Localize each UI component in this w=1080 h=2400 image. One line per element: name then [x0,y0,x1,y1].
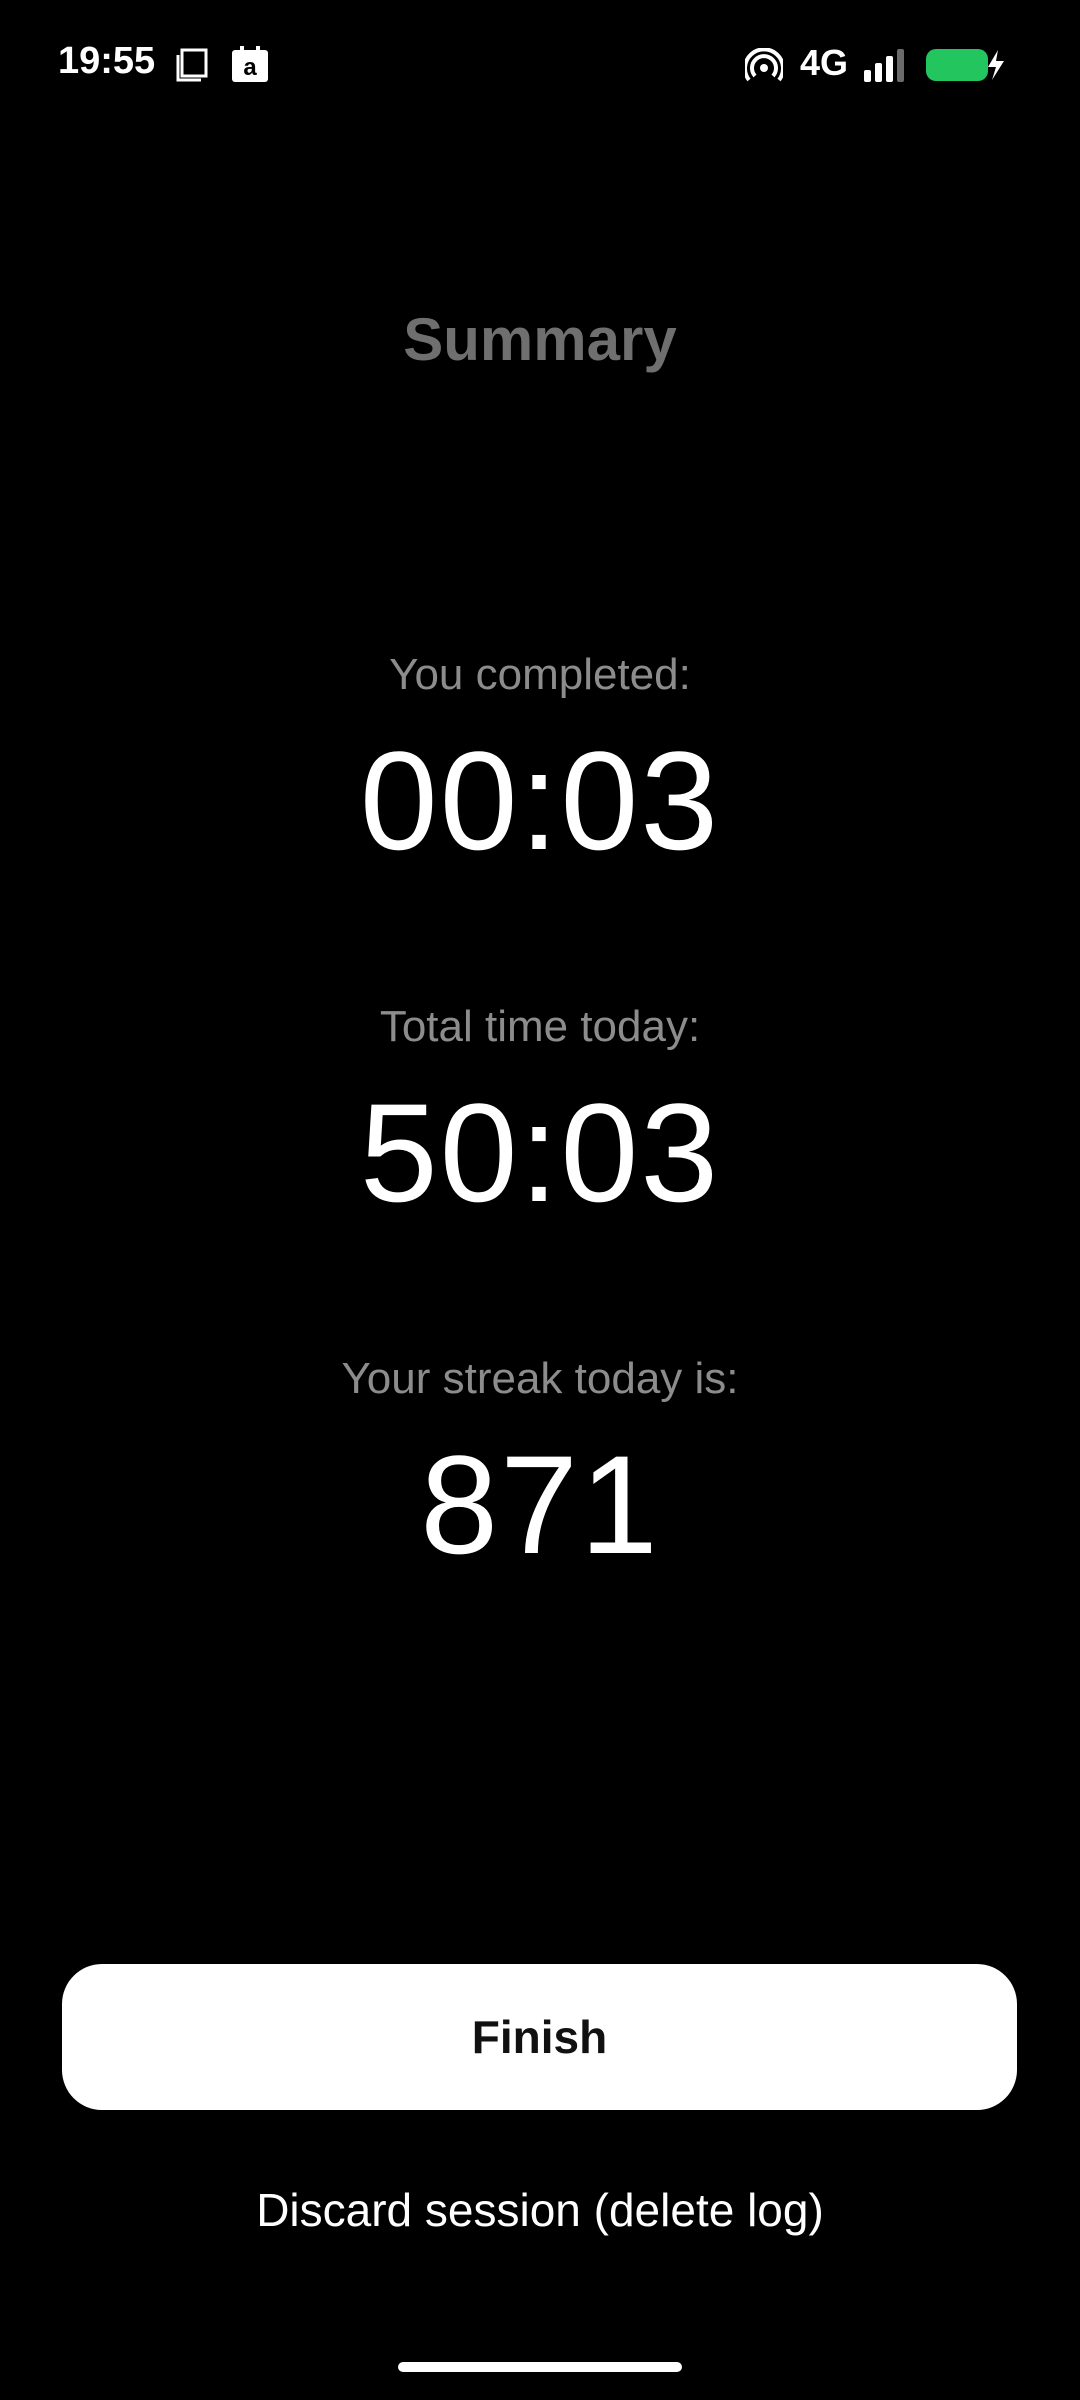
streak-label: Your streak today is: [341,1354,739,1403]
screen-record-icon [174,46,210,87]
status-bar: 19:55 a 4G [0,0,1080,130]
finish-button-label: Finish [471,2011,608,2063]
completed-value: 00:03 [359,722,721,879]
home-indicator[interactable] [398,2362,682,2372]
signal-icon [862,48,910,87]
summary-screen: 19:55 a 4G Summary You completed: 00:03 … [0,0,1080,2400]
completed-label: You completed: [389,650,691,699]
total-time-value: 50:03 [359,1074,721,1231]
page-title: Summary [403,306,677,373]
status-time: 19:55 [58,40,156,82]
finish-button[interactable]: Finish [62,1964,1017,2110]
network-type: 4G [800,42,849,83]
total-time-label: Total time today: [379,1002,701,1051]
streak-value: 871 [420,1426,660,1583]
battery-charging-icon [924,46,1008,89]
amazon-app-icon: a [230,44,270,89]
discard-session-link[interactable]: Discard session (delete log) [0,2183,1080,2237]
svg-text:a: a [243,54,257,81]
hotspot-icon [743,47,785,87]
